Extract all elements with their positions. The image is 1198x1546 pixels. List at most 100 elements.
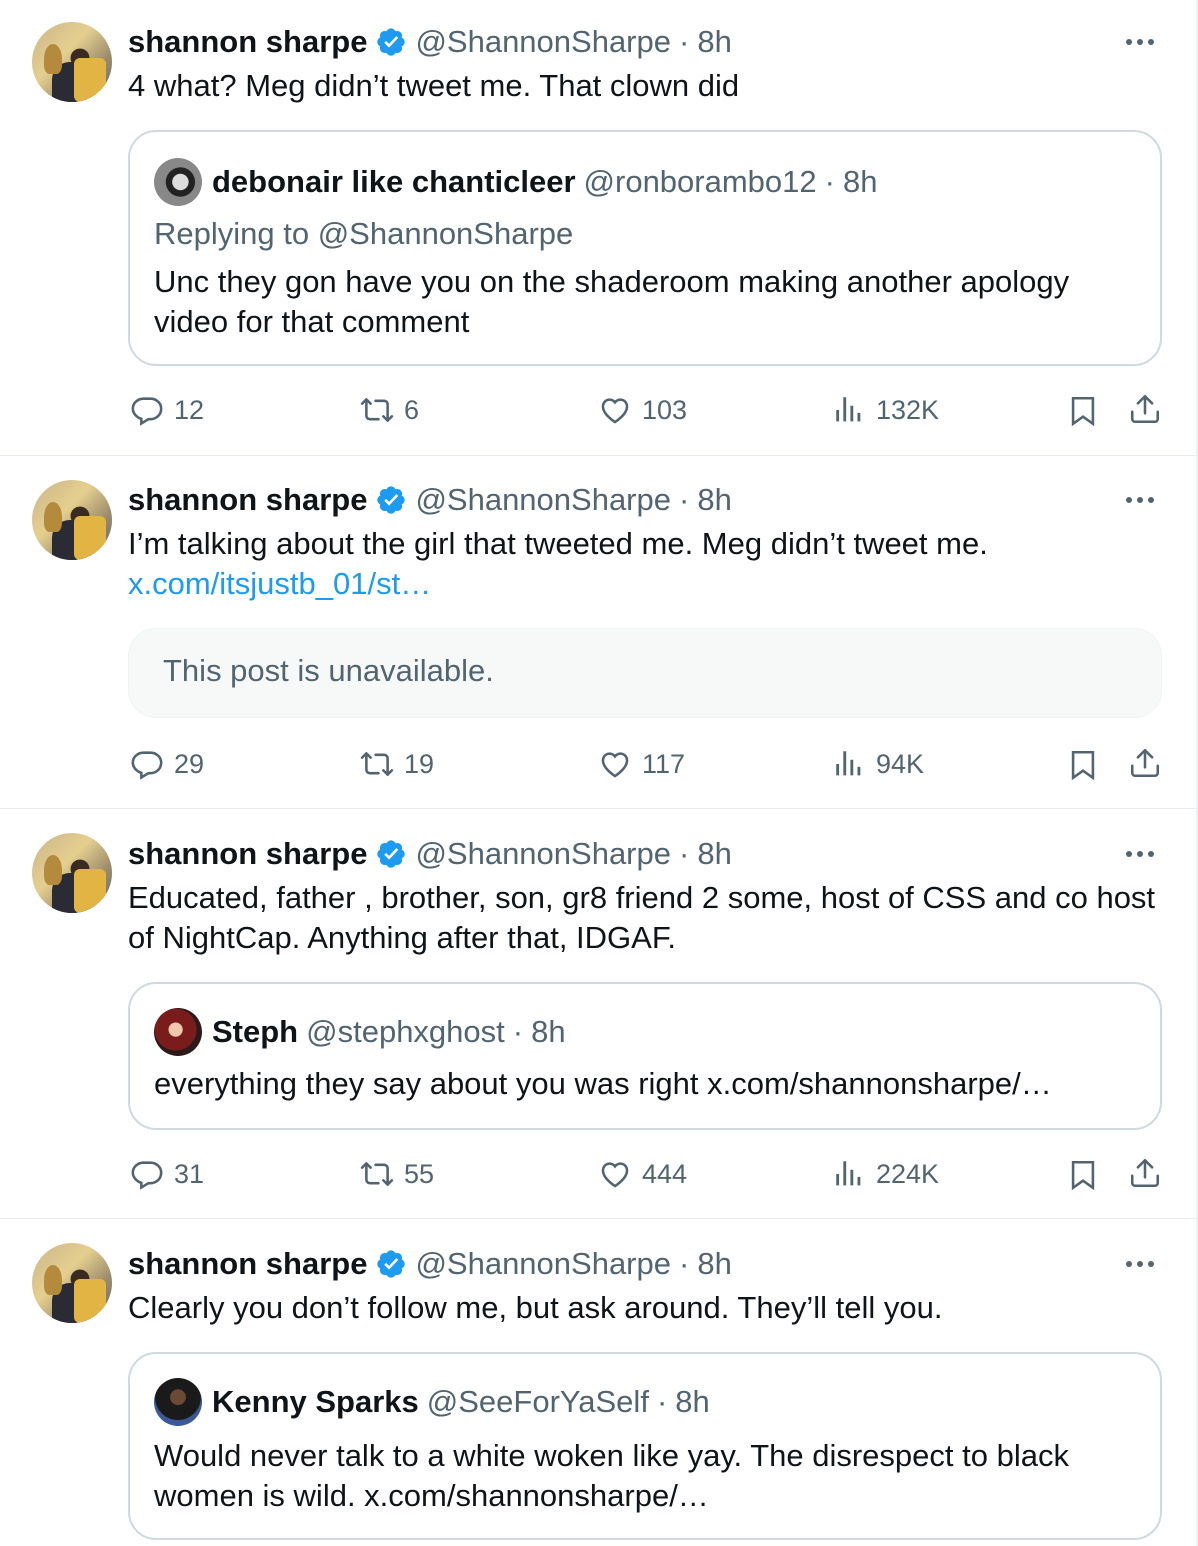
views-button[interactable]: 224K (832, 1154, 939, 1194)
reply-count: 31 (174, 1158, 205, 1189)
share-icon[interactable] (1128, 392, 1162, 426)
more-icon[interactable] (1120, 490, 1160, 510)
action-bar: 29 19 117 94K (128, 744, 1168, 784)
repost-count: 55 (404, 1158, 435, 1189)
share-icon[interactable] (1128, 746, 1162, 780)
views-icon (836, 751, 861, 776)
more-icon[interactable] (1120, 1254, 1160, 1274)
tweet[interactable]: shannon sharpe @ShannonSharpe · 8h Clear… (0, 1219, 1196, 1546)
separator: · (679, 836, 690, 871)
reply-button[interactable]: 12 (130, 390, 204, 430)
quote-timestamp: 8h (675, 1384, 710, 1419)
repost-count: 6 (404, 394, 420, 425)
timestamp[interactable]: 8h (697, 836, 731, 872)
tweet-text: 4 what? Meg didn’t tweet me. That clown … (128, 68, 740, 103)
bookmark-icon[interactable] (1066, 1158, 1100, 1192)
quote-avatar[interactable] (154, 158, 202, 206)
avatar[interactable] (32, 833, 112, 913)
timestamp[interactable]: 8h (697, 482, 731, 518)
tweet[interactable]: shannon sharpe @ShannonSharpe · 8h Educa… (0, 809, 1196, 1218)
tweet-text: Educated, father , brother, son, gr8 fri… (128, 880, 1156, 955)
quote-timestamp: 8h (531, 1014, 566, 1049)
like-icon (601, 1162, 629, 1188)
verified-badge-icon (377, 840, 406, 868)
author-handle[interactable]: @ShannonSharpe (415, 482, 671, 518)
quoted-tweet[interactable]: Kenny Sparks @SeeForYaSelf · 8h Would ne… (128, 1352, 1162, 1540)
repost-icon (360, 752, 394, 776)
separator: · (679, 482, 690, 517)
separator: · (679, 1246, 690, 1281)
author-handle[interactable]: @ShannonSharpe (415, 836, 671, 872)
quote-text: Unc they gon have you on the shaderoom m… (154, 264, 1070, 339)
quote-avatar[interactable] (154, 1378, 202, 1426)
repost-button[interactable]: 19 (360, 744, 434, 784)
tweet-header: shannon sharpe @ShannonSharpe · 8h (128, 24, 732, 60)
quote-author-handle: @ronborambo12 (583, 164, 817, 199)
verified-badge-icon (377, 28, 406, 56)
tweet-header: shannon sharpe @ShannonSharpe · 8h (128, 1246, 732, 1282)
tweet[interactable]: shannon sharpe @ShannonSharpe · 8h 4 wha… (0, 0, 1196, 455)
author-name[interactable]: shannon sharpe (128, 836, 367, 872)
like-button[interactable]: 103 (598, 390, 687, 430)
tweet-header: shannon sharpe @ShannonSharpe · 8h (128, 836, 732, 872)
timestamp[interactable]: 8h (697, 24, 731, 60)
like-button[interactable]: 444 (598, 1154, 687, 1194)
avatar[interactable] (32, 1243, 112, 1323)
separator: · (512, 1014, 524, 1049)
tweet-text: Clearly you don’t follow me, but ask aro… (128, 1290, 943, 1325)
more-icon[interactable] (1120, 32, 1160, 52)
quoted-tweet[interactable]: debonair like chanticleer @ronborambo12 … (128, 130, 1162, 366)
quote-text: Would never talk to a white woken like y… (154, 1438, 1069, 1513)
quote-author-handle: @stephxghost (306, 1014, 505, 1049)
views-count: 94K (876, 748, 925, 779)
avatar[interactable] (32, 480, 112, 560)
author-name[interactable]: shannon sharpe (128, 482, 367, 518)
share-icon[interactable] (1128, 1156, 1162, 1190)
action-bar: 31 55 444 224K (128, 1154, 1168, 1194)
separator: · (679, 24, 690, 59)
reply-count: 12 (174, 394, 205, 425)
unavailable-post: This post is unavailable. (128, 628, 1162, 718)
views-count: 224K (876, 1158, 940, 1189)
tweet-text: I’m talking about the girl that tweeted … (128, 526, 988, 561)
author-handle[interactable]: @ShannonSharpe (415, 24, 671, 60)
action-bar: 12 6 103 132K (128, 390, 1168, 430)
repost-button[interactable]: 55 (360, 1154, 434, 1194)
quote-author-name: debonair like chanticleer (212, 164, 576, 199)
views-button[interactable]: 132K (832, 390, 939, 430)
author-handle[interactable]: @ShannonSharpe (415, 1246, 671, 1282)
quote-header: debonair like chanticleer @ronborambo12 … (154, 156, 877, 208)
bookmark-icon[interactable] (1066, 748, 1100, 782)
quote-header: Kenny Sparks @SeeForYaSelf · 8h (154, 1376, 710, 1428)
reply-button[interactable]: 31 (130, 1154, 204, 1194)
like-icon (601, 398, 629, 424)
like-count: 444 (642, 1158, 688, 1189)
quoted-tweet[interactable]: Steph @stephxghost · 8h everything they … (128, 982, 1162, 1130)
verified-badge-icon (377, 486, 406, 514)
quote-timestamp: 8h (842, 164, 878, 199)
quote-author-handle: @SeeForYaSelf (426, 1384, 649, 1419)
avatar[interactable] (32, 22, 112, 102)
repost-button[interactable]: 6 (360, 390, 419, 430)
separator: · (824, 164, 835, 199)
tweet-link[interactable]: x.com/itsjustb_01/st… (128, 564, 1168, 604)
more-icon[interactable] (1120, 844, 1160, 864)
tweet-header: shannon sharpe @ShannonSharpe · 8h (128, 482, 732, 518)
views-count: 132K (876, 394, 940, 425)
views-button[interactable]: 94K (832, 744, 924, 784)
author-name[interactable]: shannon sharpe (128, 1246, 367, 1282)
views-icon (836, 1161, 861, 1186)
like-button[interactable]: 117 (598, 744, 685, 784)
quote-author-name: Kenny Sparks (212, 1384, 419, 1419)
quote-text: everything they say about you was right … (154, 1066, 1052, 1101)
reply-button[interactable]: 29 (130, 744, 204, 784)
views-icon (836, 397, 861, 422)
quote-header: Steph @stephxghost · 8h (154, 1006, 566, 1058)
replying-to: Replying to @ShannonSharpe (154, 216, 574, 251)
author-name[interactable]: shannon sharpe (128, 24, 367, 60)
timestamp[interactable]: 8h (697, 1246, 731, 1282)
tweet[interactable]: shannon sharpe @ShannonSharpe · 8h I’m t… (0, 456, 1196, 808)
bookmark-icon[interactable] (1066, 394, 1100, 428)
quote-avatar[interactable] (154, 1008, 202, 1056)
reply-count: 29 (174, 748, 205, 779)
